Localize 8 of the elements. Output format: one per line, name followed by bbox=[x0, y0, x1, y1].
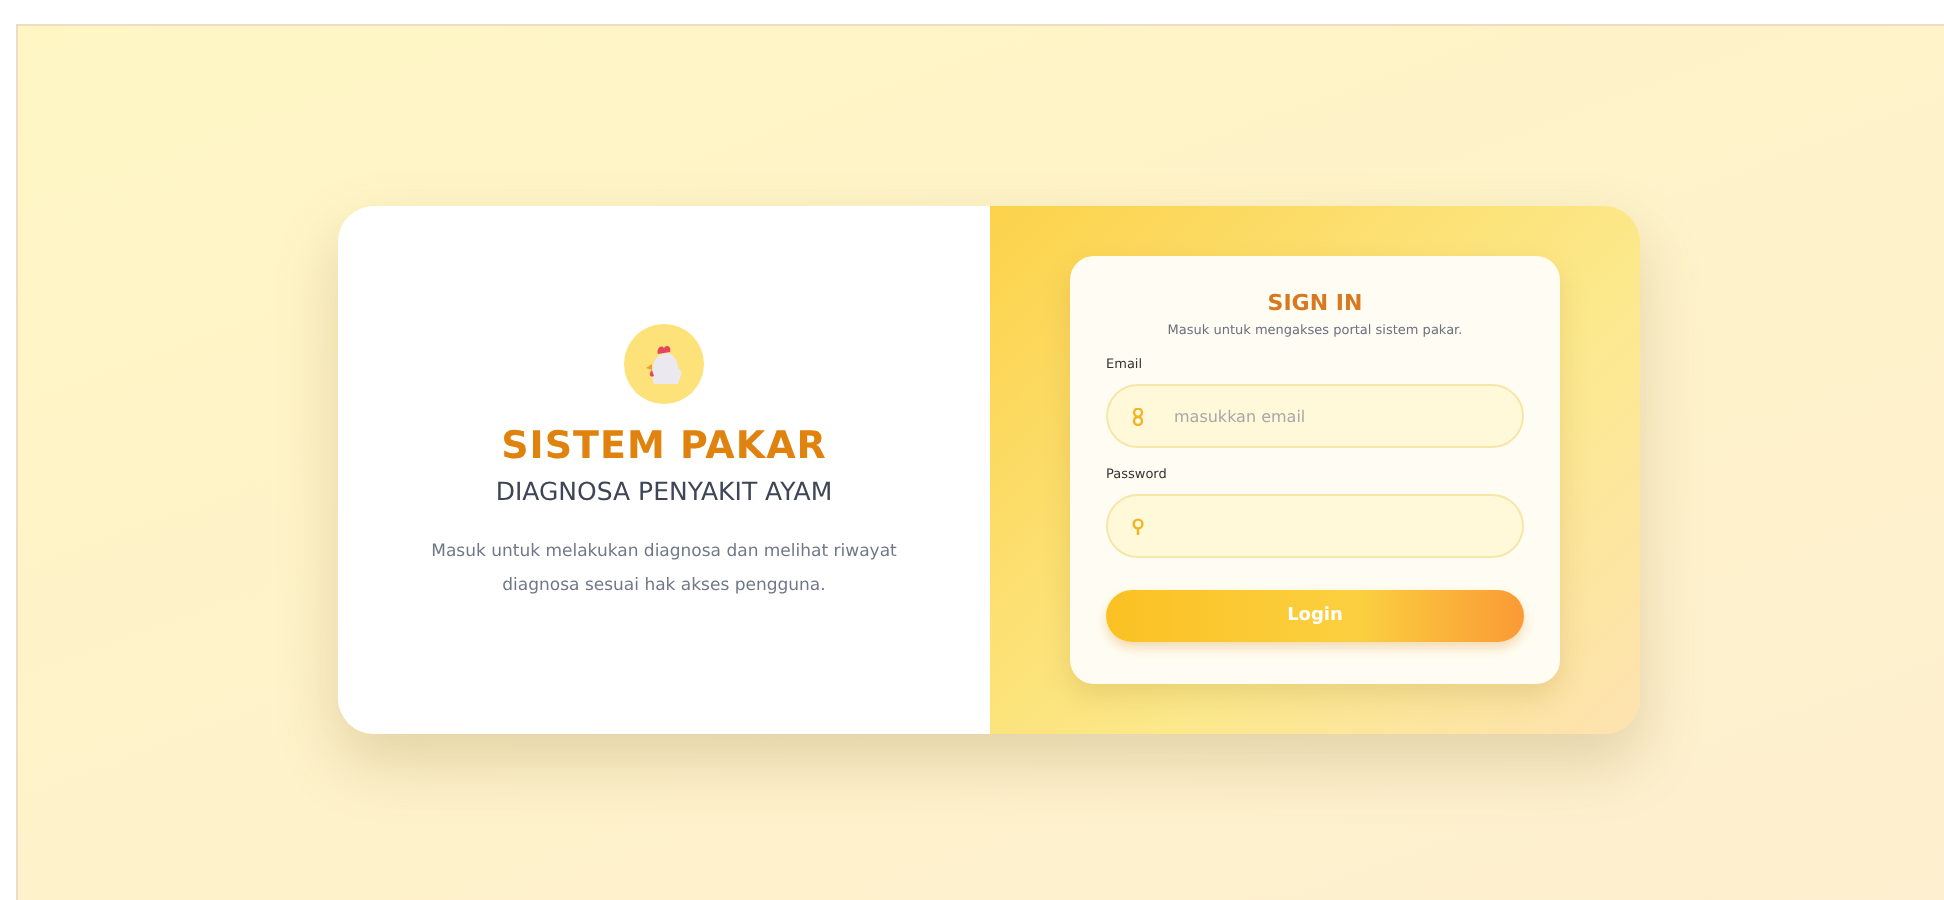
chicken-icon bbox=[624, 324, 704, 404]
email-field[interactable]: masukkan email bbox=[1106, 384, 1524, 448]
app-subtitle: DIAGNOSA PENYAKIT AYAM bbox=[495, 476, 833, 506]
password-field[interactable] bbox=[1106, 494, 1524, 558]
login-button[interactable]: Login bbox=[1106, 590, 1524, 642]
app-title: SISTEM PAKAR bbox=[501, 424, 827, 468]
description-text: Masuk untuk melakukan diagnosa dan melihat riwayat diagnosa sesuai hak akses pengguna. bbox=[429, 540, 899, 600]
sign-in-title: SIGN IN bbox=[1265, 290, 1365, 316]
